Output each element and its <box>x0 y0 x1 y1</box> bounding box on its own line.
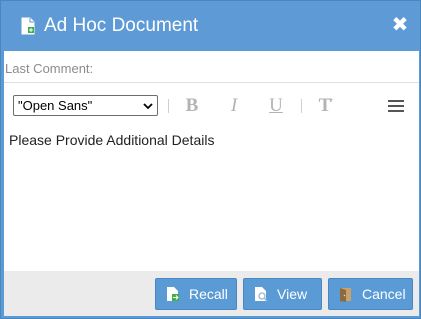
last-comment-label: Last Comment: <box>5 61 94 76</box>
bold-button[interactable]: B <box>181 95 203 117</box>
font-family-select[interactable]: "Open Sans" <box>13 95 158 116</box>
italic-icon: I <box>230 95 238 116</box>
recall-icon <box>167 287 179 301</box>
close-icon: ✖ <box>391 14 409 36</box>
close-button[interactable]: ✖ <box>389 14 411 36</box>
recall-button[interactable]: Recall <box>155 278 237 310</box>
recall-label: Recall <box>189 286 228 302</box>
door-exit-icon <box>340 288 351 302</box>
toolbar-divider <box>168 99 169 113</box>
bold-icon: B <box>185 95 199 116</box>
ad-hoc-document-dialog: Ad Hoc Document ✖ Last Comment: "Open Sa… <box>0 0 421 319</box>
text-size-button[interactable]: T + <box>314 95 336 117</box>
chevron-down-icon <box>143 103 153 110</box>
dialog-title: Ad Hoc Document <box>44 15 199 36</box>
hamburger-menu-icon[interactable] <box>388 99 404 113</box>
editor-content: Please Provide Additional Details <box>9 132 215 148</box>
underline-button[interactable]: U <box>265 95 287 117</box>
underline-icon: U <box>269 95 283 116</box>
editor-toolbar: "Open Sans" B I U T + <box>4 84 419 126</box>
view-button[interactable]: View <box>243 278 322 310</box>
cancel-label: Cancel <box>362 286 406 302</box>
text-size-superscript: + <box>329 96 334 105</box>
view-label: View <box>277 286 308 302</box>
dialog-body: Last Comment: "Open Sans" B I U T + Plea… <box>4 51 419 316</box>
cancel-button[interactable]: Cancel <box>328 278 413 310</box>
dialog-footer: Recall View Cancel <box>4 271 419 316</box>
last-comment-row: Last Comment: <box>4 51 419 83</box>
dialog-titlebar: Ad Hoc Document ✖ <box>1 1 420 51</box>
view-document-icon <box>255 287 268 302</box>
document-icon <box>21 17 35 35</box>
toolbar-divider <box>301 99 302 113</box>
font-family-value: "Open Sans" <box>18 98 93 113</box>
italic-button[interactable]: I <box>223 95 245 117</box>
document-editor[interactable]: Please Provide Additional Details <box>4 126 419 271</box>
